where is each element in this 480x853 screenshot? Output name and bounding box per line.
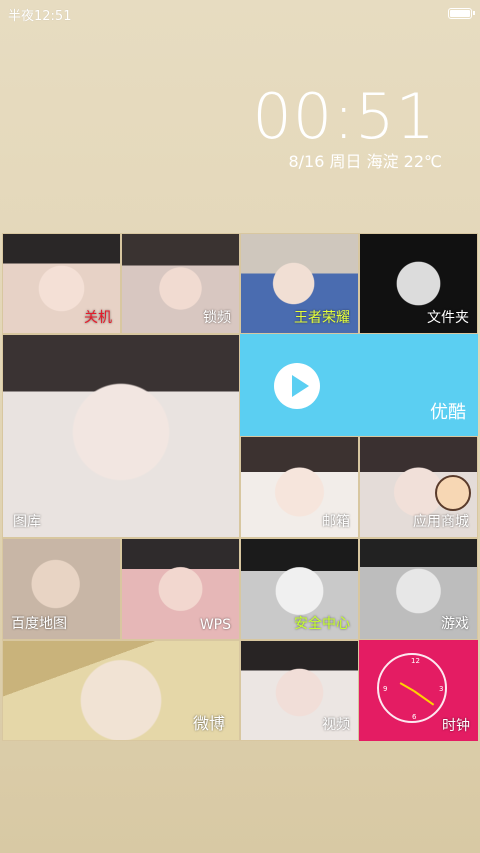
- tile-label: 安全中心: [294, 616, 350, 632]
- tile-anquan[interactable]: 安全中心: [240, 538, 359, 640]
- status-bar: 半夜12:51: [0, 0, 480, 26]
- tile-wangzhe[interactable]: 王者荣耀: [240, 233, 359, 334]
- tile-wps[interactable]: WPS: [121, 538, 240, 640]
- tile-label: 微博: [192, 714, 225, 733]
- status-time: 半夜12:51: [8, 9, 72, 24]
- tile-weibo[interactable]: 微博: [2, 640, 240, 741]
- tile-suoping[interactable]: 锁频: [121, 233, 240, 334]
- tile-label: 游戏: [441, 616, 469, 632]
- tile-label: 百度地图: [11, 616, 67, 632]
- lockscreen-clock: 00:51: [252, 80, 436, 153]
- tile-guanji[interactable]: 关机: [2, 233, 121, 334]
- tile-label: 优酷: [430, 402, 466, 423]
- tile-label: 时钟: [442, 718, 470, 734]
- cartoon-sticker-icon: [435, 475, 471, 511]
- tile-shizhong[interactable]: 12 3 6 9 时钟: [359, 640, 478, 741]
- tile-label: 视频: [322, 717, 350, 733]
- analog-clock-icon: 12 3 6 9: [377, 653, 447, 723]
- tile-youku[interactable]: 优酷: [240, 334, 478, 436]
- tile-label: 图库: [13, 514, 41, 530]
- battery-icon: [448, 8, 475, 19]
- tile-label: 邮箱: [322, 514, 350, 530]
- play-icon: [274, 363, 320, 409]
- tile-wenjianjia[interactable]: 文件夹: [359, 233, 478, 334]
- tile-tuku[interactable]: 图库: [2, 334, 240, 538]
- tile-youxi[interactable]: 游戏: [359, 538, 478, 640]
- tile-youxiang[interactable]: 邮箱: [240, 436, 359, 538]
- tile-label: WPS: [199, 617, 231, 633]
- tile-baidu-map[interactable]: 百度地图: [2, 538, 121, 640]
- tile-label: 王者荣耀: [294, 310, 350, 326]
- tile-label: 文件夹: [427, 310, 469, 326]
- app-tile-grid: 关机 锁频 王者荣耀 文件夹 图库 优酷 邮箱 应用商城 百度地图 WPS 安全…: [2, 233, 478, 741]
- tile-label: 关机: [84, 310, 112, 326]
- tile-label: 锁频: [203, 310, 231, 326]
- tile-label: 应用商城: [413, 514, 469, 530]
- date-weather: 8/16 周日 海淀 22℃: [288, 152, 442, 171]
- tile-shipin[interactable]: 视频: [240, 640, 359, 741]
- tile-yingyong[interactable]: 应用商城: [359, 436, 478, 538]
